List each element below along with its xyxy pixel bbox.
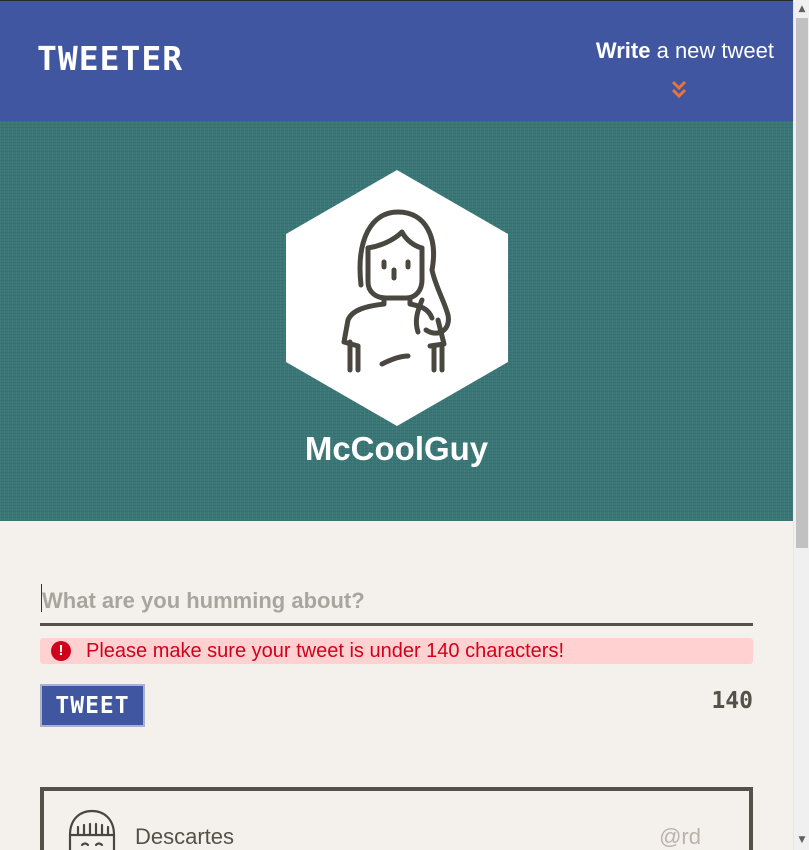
person-avatar-icon	[68, 809, 116, 850]
scroll-down-arrow-icon[interactable]: ▼	[794, 833, 809, 847]
compose-bold-label: Write	[595, 38, 651, 63]
compose-label: a new tweet	[650, 38, 774, 63]
tweet-text-input[interactable]	[40, 578, 753, 626]
alert-icon: !	[51, 641, 71, 661]
tweet-author-name: Descartes	[135, 824, 235, 849]
write-new-tweet-link[interactable]: Write a new tweet	[596, 38, 774, 64]
scroll-thumb[interactable]	[796, 18, 808, 548]
brand-logo[interactable]: TWEETER	[37, 39, 183, 78]
error-message-text: Please make sure your tweet is under 140…	[86, 640, 565, 662]
tweet-submit-button[interactable]: TWEET	[40, 684, 145, 727]
scroll-up-arrow-icon[interactable]: ▲	[794, 2, 809, 16]
tweet-card: Descartes @rd	[40, 787, 753, 850]
text-caret	[41, 584, 42, 612]
error-message-bar: ! Please make sure your tweet is under 1…	[40, 638, 753, 664]
person-avatar-icon	[286, 170, 508, 426]
character-counter: 140	[711, 688, 753, 714]
profile-username: McCoolGuy	[304, 430, 489, 467]
tweet-author-handle: @rd	[659, 824, 701, 849]
vertical-scrollbar[interactable]: ▲ ▼	[793, 0, 809, 850]
double-chevron-down-icon[interactable]	[670, 79, 688, 101]
navbar: TWEETER Write a new tweet	[0, 1, 793, 121]
